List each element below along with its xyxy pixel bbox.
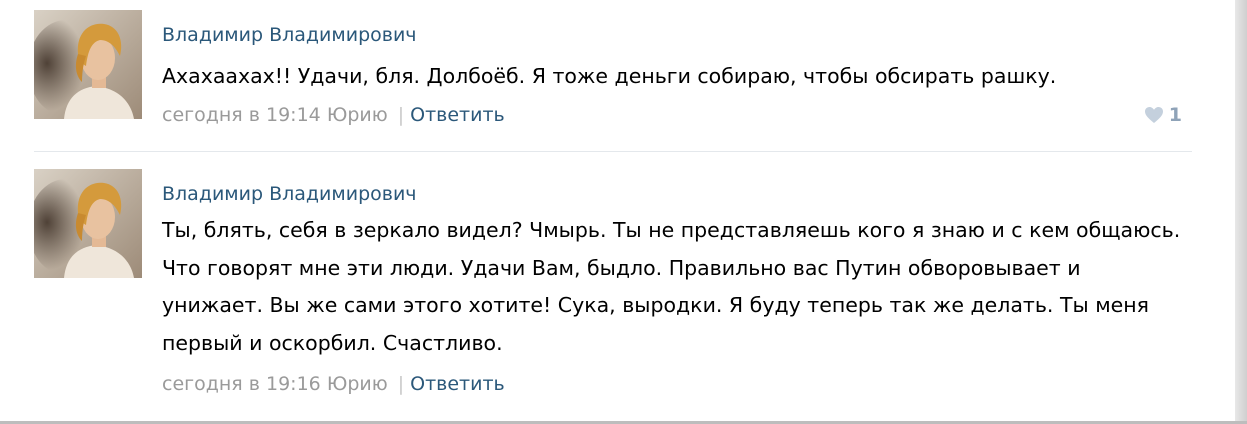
comment-meta: сегодня в 19:16 Юрию | Ответить [162,372,505,396]
comment-author[interactable]: Владимир Владимирович [162,23,417,47]
avatar[interactable] [34,169,142,278]
like-count: 1 [1168,104,1182,126]
like-button[interactable]: 1 [1144,103,1182,127]
avatar[interactable] [34,10,142,119]
avatar-photo [34,169,142,278]
comment-text: Ты, блять, себя в зеркало видел? Чмырь. … [162,218,1181,355]
meta-separator: | [397,104,405,126]
comment-author[interactable]: Владимир Владимирович [162,182,417,206]
meta-separator: | [397,373,405,395]
comment-time[interactable]: сегодня в 19:14 [162,104,321,126]
avatar-photo [34,10,142,119]
comment-divider [34,151,1192,152]
comment-time[interactable]: сегодня в 19:16 [162,373,321,395]
reply-button[interactable]: Ответить [410,104,505,126]
window-edge [1235,0,1247,424]
reply-to[interactable]: Юрию [327,373,388,395]
comment-text: Ахахаахах!! Удачи, бля. Долбоёб. Я тоже … [162,64,1057,88]
comment-meta: сегодня в 19:14 Юрию | Ответить [162,103,505,127]
reply-button[interactable]: Ответить [410,373,505,395]
reply-to[interactable]: Юрию [327,104,388,126]
comments-page: Владимир Владимирович Ахахаахах!! Удачи,… [0,0,1247,424]
heart-icon [1144,107,1163,123]
